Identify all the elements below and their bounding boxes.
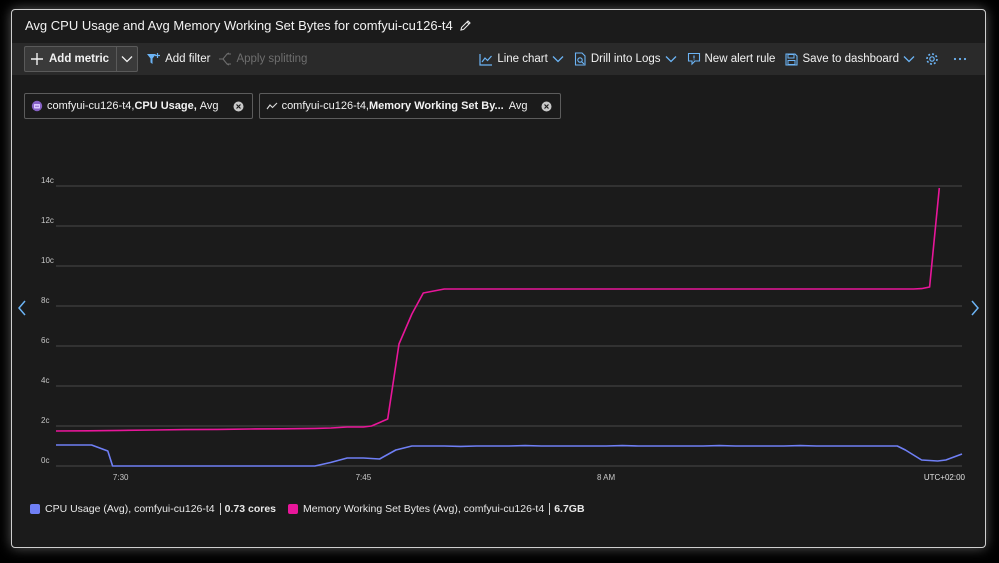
- chart-panel: Avg CPU Usage and Avg Memory Working Set…: [11, 9, 986, 548]
- x-tick-label: 7:45: [356, 473, 372, 482]
- y-tick-label: 8c: [41, 296, 49, 305]
- series-line-memory: [55, 187, 941, 432]
- legend-value: 0.73 cores: [219, 503, 276, 515]
- legend-label: CPU Usage (Avg), comfyui-cu126-t4: [45, 503, 215, 515]
- x-tick-label: 8 AM: [597, 473, 616, 482]
- y-tick-label: 12c: [41, 216, 54, 225]
- legend: CPU Usage (Avg), comfyui-cu126-t4 0.73 c…: [30, 503, 597, 515]
- line-chart: 0c 2c 4c 6c 8c 10c 12c 14c 7:30 7:45 8 AM UTC+02:00: [41, 176, 966, 482]
- legend-value: 6.7GB: [549, 503, 585, 515]
- y-tick-label: 14c: [41, 176, 54, 185]
- timezone-label: UTC+02:00: [924, 473, 966, 482]
- legend-item-cpu[interactable]: CPU Usage (Avg), comfyui-cu126-t4 0.73 c…: [30, 503, 276, 515]
- y-tick-label: 10c: [41, 256, 54, 265]
- series-line-cpu: [56, 444, 963, 467]
- y-tick-label: 2c: [41, 416, 49, 425]
- x-tick-label: 7:30: [113, 473, 129, 482]
- legend-swatch: [288, 504, 298, 514]
- legend-item-memory[interactable]: Memory Working Set Bytes (Avg), comfyui-…: [288, 503, 585, 515]
- y-tick-label: 0c: [41, 456, 49, 465]
- legend-swatch: [30, 504, 40, 514]
- legend-label: Memory Working Set Bytes (Avg), comfyui-…: [303, 503, 545, 515]
- y-tick-label: 4c: [41, 376, 49, 385]
- y-tick-label: 6c: [41, 336, 49, 345]
